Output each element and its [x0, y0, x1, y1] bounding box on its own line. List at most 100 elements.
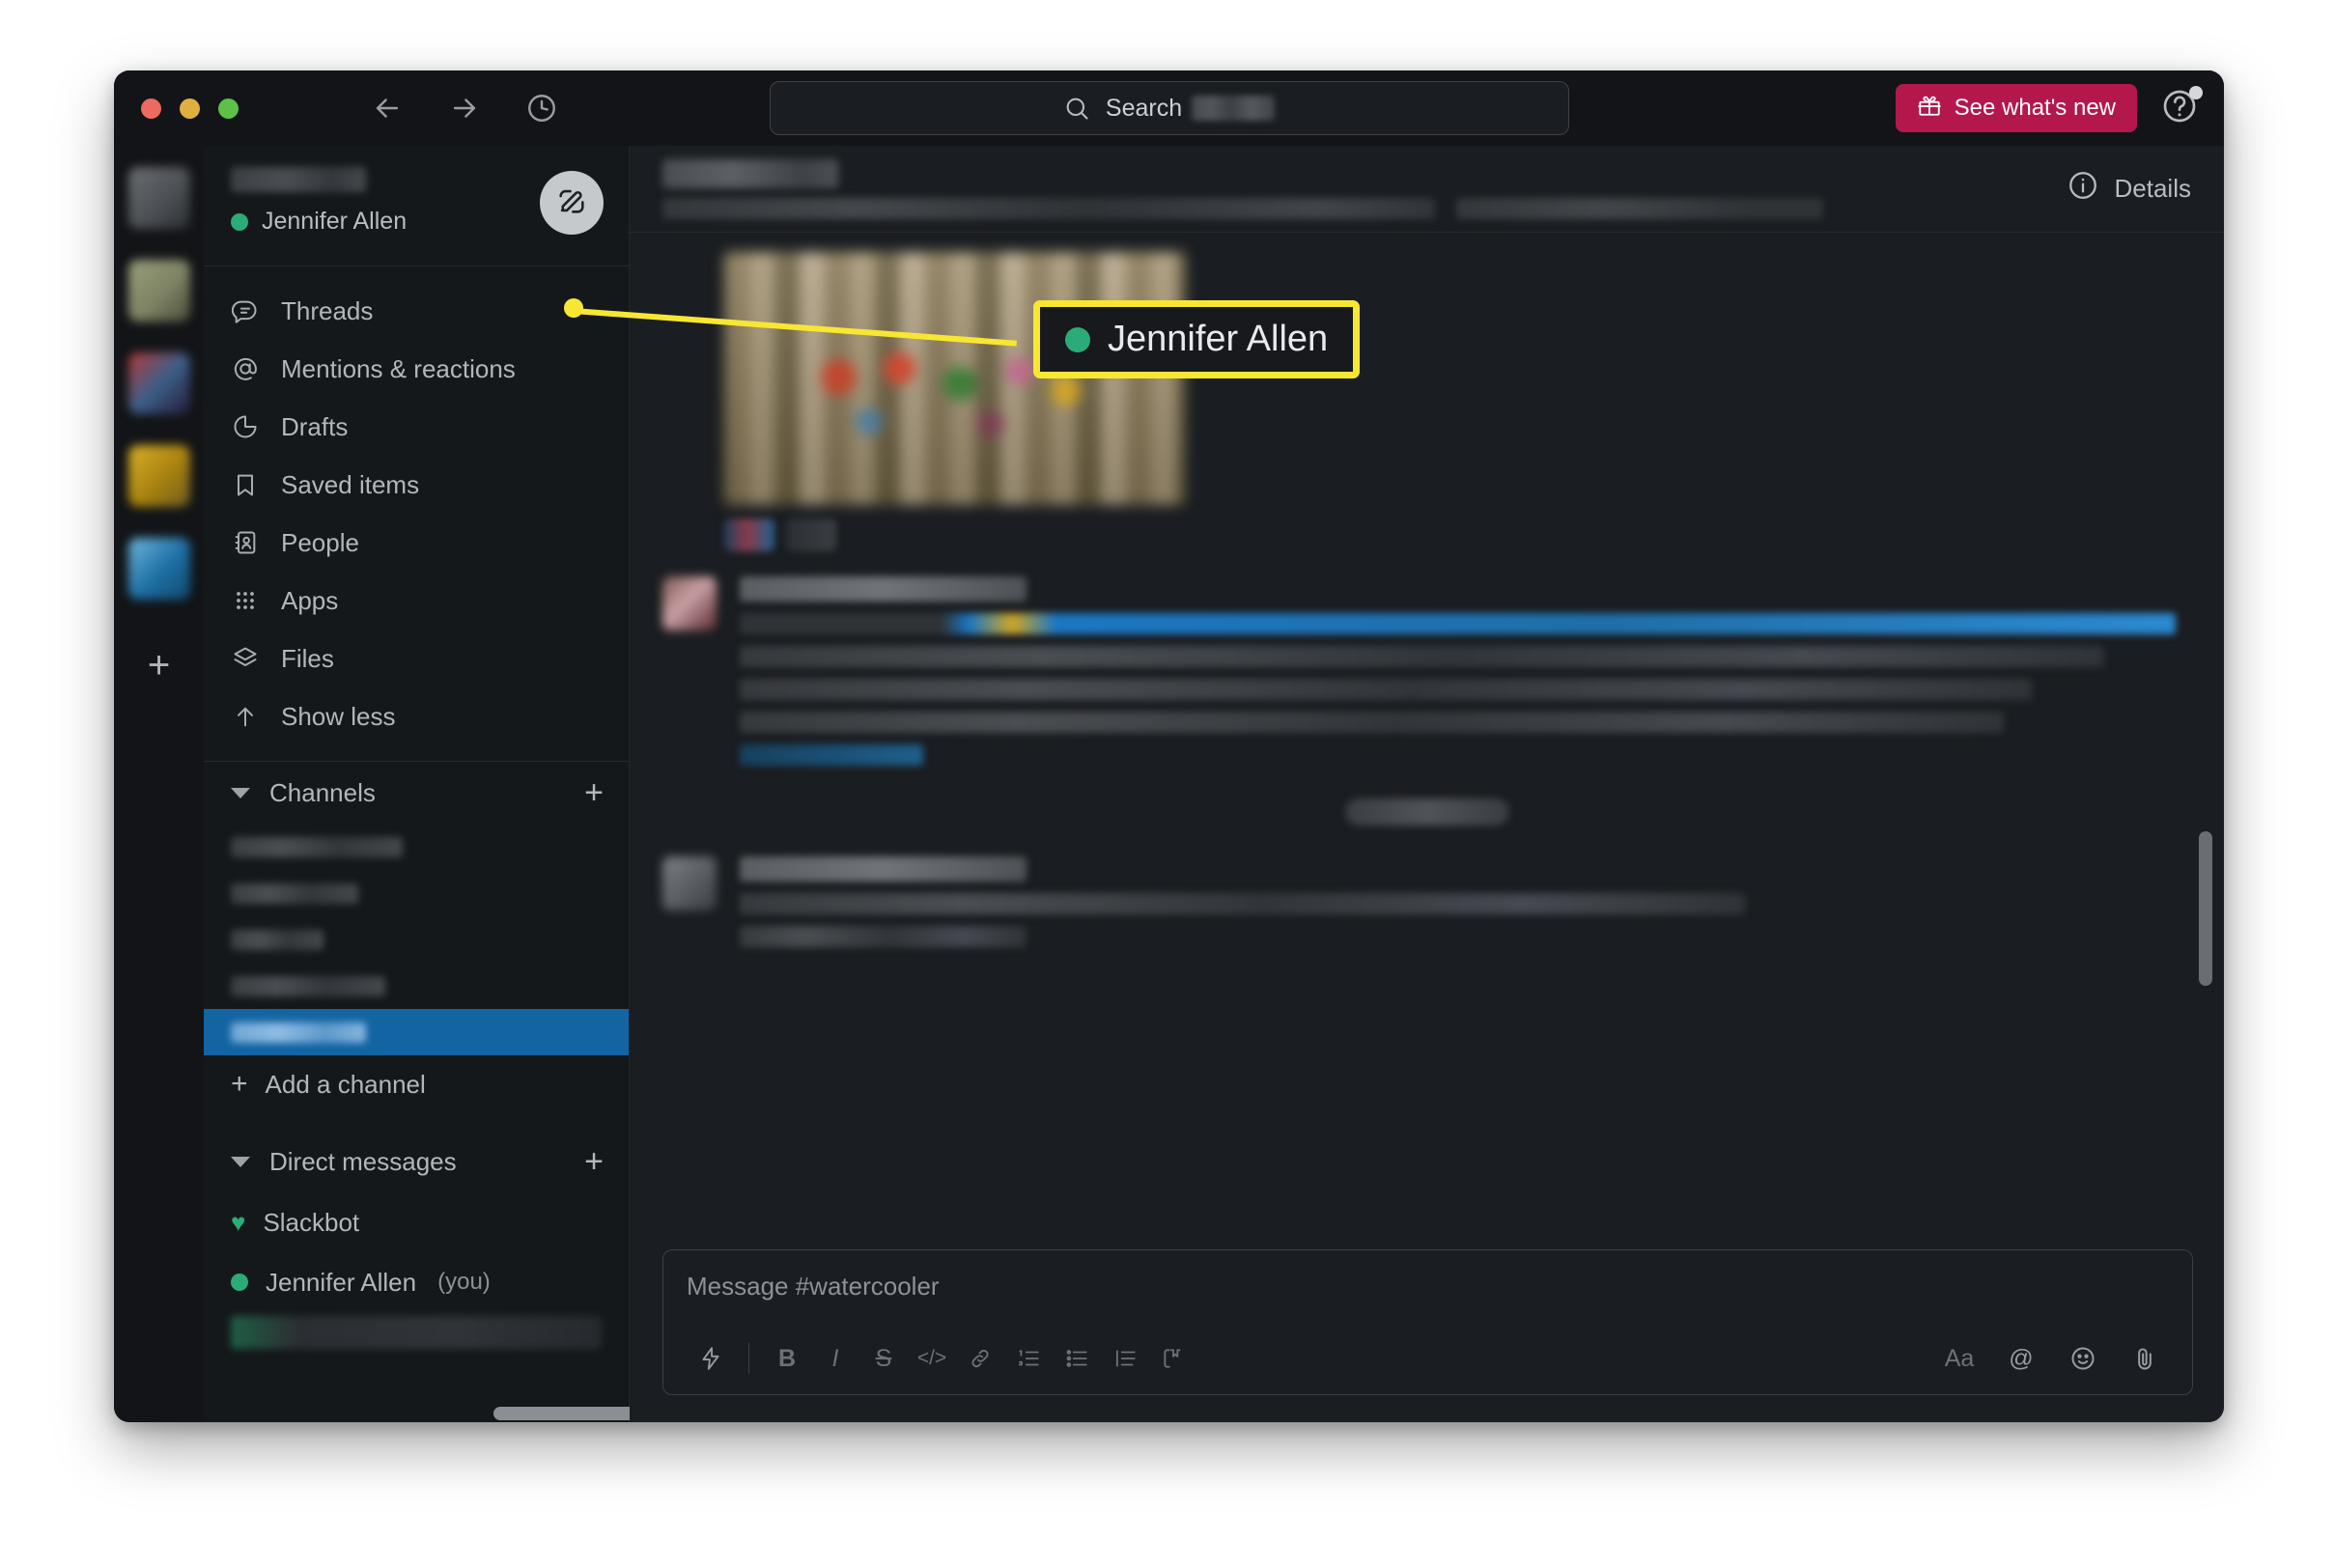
history-clock-button[interactable] [523, 90, 560, 126]
attached-image-redacted[interactable] [724, 252, 1186, 505]
sidebar-item-mentions-reactions[interactable]: Mentions & reactions [204, 340, 629, 398]
add-a-channel-button[interactable]: + Add a channel [204, 1055, 629, 1113]
date-divider [630, 775, 2224, 831]
mention-at-button[interactable]: @ [1997, 1336, 2045, 1381]
avatar[interactable] [662, 576, 717, 630]
search-input[interactable]: Search [769, 81, 1569, 135]
sidebar-item-saved-items[interactable]: Saved items [204, 456, 629, 514]
see-whats-new-button[interactable]: See what's new [1895, 84, 2137, 132]
current-user-name: Jennifer Allen [262, 208, 408, 235]
reaction-chip[interactable] [724, 518, 774, 551]
direct-messages-title: Direct messages [269, 1146, 457, 1176]
message-input[interactable]: Message #watercooler [687, 1272, 2169, 1336]
help-notification-badge [2189, 86, 2203, 99]
help-button[interactable] [2158, 86, 2203, 129]
workspace-avatar[interactable] [127, 167, 190, 229]
toolbar-divider [748, 1343, 749, 1374]
direct-messages-group-header[interactable]: Direct messages + [204, 1131, 629, 1192]
at-icon [231, 354, 260, 383]
annotation-callout: Jennifer Allen [1033, 300, 1361, 378]
bold-button[interactable]: B [763, 1336, 811, 1381]
search-placeholder: Search [1106, 95, 1276, 123]
compose-new-message-button[interactable] [540, 171, 604, 235]
close-window-button[interactable] [141, 98, 161, 119]
maximize-window-button[interactable] [218, 98, 239, 119]
workspace-avatar[interactable] [127, 445, 190, 507]
list-item[interactable] [204, 870, 629, 916]
sidebar-item-label: Saved items [281, 469, 420, 499]
dm-item-slackbot[interactable]: ♥ Slackbot [204, 1192, 629, 1252]
see-whats-new-label: See what's new [1954, 95, 2116, 121]
link-button[interactable] [956, 1336, 1004, 1381]
info-circle-icon [2067, 169, 2099, 209]
code-block-button[interactable] [1149, 1336, 1197, 1381]
forward-button[interactable] [446, 90, 483, 126]
channels-group-header[interactable]: Channels + [204, 762, 629, 824]
message-list-scrollbar[interactable] [2199, 831, 2212, 986]
shortcuts-lightning-button[interactable] [687, 1336, 735, 1381]
workspace-avatar[interactable] [127, 538, 190, 600]
message-body [740, 576, 2176, 766]
apps-grid-icon [231, 586, 260, 615]
channel-name-redacted [231, 1022, 366, 1043]
workspace-avatar[interactable] [127, 260, 190, 322]
workspace-name-redacted[interactable] [231, 167, 366, 192]
add-workspace-button[interactable]: + [134, 640, 184, 690]
channel-meta-redacted [662, 197, 1823, 219]
list-item[interactable] [204, 824, 629, 870]
channel-title-redacted[interactable] [662, 158, 838, 188]
chevron-down-icon [231, 787, 250, 798]
sidebar-item-apps[interactable]: Apps [204, 572, 629, 630]
reaction-chip[interactable] [786, 518, 836, 551]
list-item[interactable] [204, 963, 629, 1009]
add-channel-label: Add a channel [265, 1069, 426, 1099]
minimize-window-button[interactable] [180, 98, 200, 119]
channel-header: Details [630, 146, 2224, 233]
window-traffic-lights [141, 98, 239, 119]
italic-button[interactable]: I [811, 1336, 859, 1381]
sidebar-item-show-less[interactable]: Show less [204, 687, 629, 745]
formatting-toolbar-left: B I S </> [687, 1336, 1197, 1381]
drafts-icon [231, 412, 260, 441]
list-item[interactable] [204, 916, 629, 963]
bulleted-list-button[interactable] [1053, 1336, 1101, 1381]
dm-item-self[interactable]: Jennifer Allen (you) [204, 1252, 629, 1312]
message-link-redacted[interactable] [740, 613, 2176, 634]
code-button[interactable]: </> [908, 1336, 956, 1381]
add-channel-icon-button[interactable]: + [584, 776, 604, 809]
presence-dot-icon [231, 1274, 248, 1291]
sidebar-item-drafts[interactable]: Drafts [204, 398, 629, 456]
message-row [630, 551, 2224, 775]
message-list [630, 233, 2224, 1242]
message-composer[interactable]: Message #watercooler B I S </> Aa @ [662, 1249, 2193, 1395]
strikethrough-button[interactable]: S [859, 1336, 908, 1381]
workspace-avatar[interactable] [127, 352, 190, 414]
blockquote-button[interactable] [1101, 1336, 1149, 1381]
sidebar-item-label: Files [281, 643, 334, 673]
dm-item-you-suffix: (you) [437, 1269, 491, 1295]
sidebar-item-people[interactable]: People [204, 514, 629, 572]
bookmark-icon [231, 470, 260, 499]
gift-icon [1917, 93, 1942, 125]
files-layers-icon [231, 644, 260, 673]
dm-item-redacted[interactable] [231, 1316, 602, 1349]
sidebar-item-files[interactable]: Files [204, 630, 629, 687]
list-item-selected[interactable] [204, 1009, 629, 1055]
new-direct-message-button[interactable]: + [584, 1145, 604, 1178]
sidebar-item-label: Threads [281, 295, 374, 325]
navigation-controls [369, 90, 560, 126]
compose-pencil-icon [555, 184, 588, 222]
message-sender-redacted[interactable] [740, 576, 1027, 602]
channel-name-redacted [231, 929, 324, 950]
message-image-attachment[interactable] [630, 246, 2224, 505]
sidebar-item-label: People [281, 527, 359, 557]
message-sender-redacted[interactable] [740, 856, 1027, 882]
attachment-button[interactable] [2121, 1336, 2169, 1381]
sidebar-item-label: Mentions & reactions [281, 353, 516, 383]
formatting-aa-button[interactable]: Aa [1935, 1336, 1983, 1381]
back-button[interactable] [369, 90, 406, 126]
emoji-button[interactable] [2059, 1336, 2107, 1381]
details-button[interactable]: Details [2067, 169, 2191, 209]
avatar[interactable] [662, 856, 717, 910]
ordered-list-button[interactable] [1004, 1336, 1053, 1381]
